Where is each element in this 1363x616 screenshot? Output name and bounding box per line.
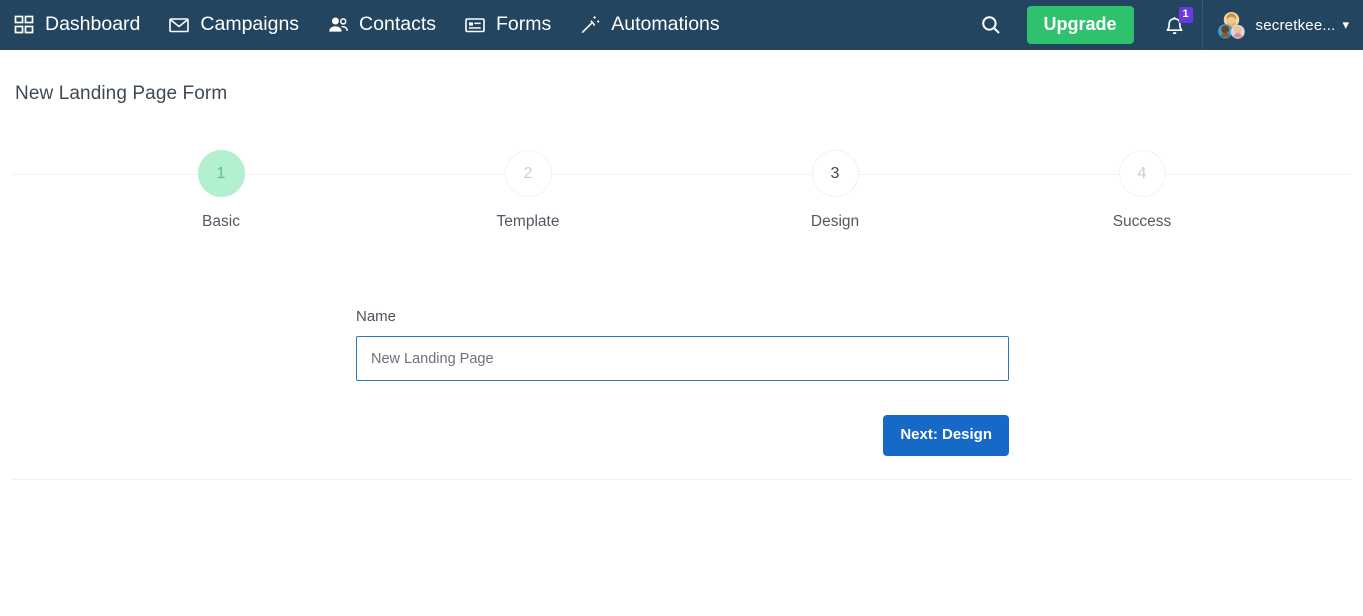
form-card-icon (463, 14, 487, 36)
stepper-steps: 1 Basic 2 Template 3 Design 4 Success (12, 150, 1351, 231)
nav-label-campaigns: Campaigns (200, 13, 300, 36)
magic-wand-icon (578, 14, 602, 36)
next-design-button[interactable]: Next: Design (883, 415, 1009, 456)
page-body: New Landing Page Form 1 Basic 2 Template… (0, 83, 1363, 480)
step-label-design: Design (810, 213, 860, 230)
step-label-template: Template (496, 213, 560, 230)
nav-label-automations: Automations (611, 13, 720, 36)
nav-item-forms[interactable]: Forms (463, 14, 565, 36)
group-avatar-icon (1217, 11, 1246, 40)
user-name-label: secretkee... (1255, 16, 1336, 34)
name-input[interactable] (356, 336, 1009, 381)
page-title: New Landing Page Form (15, 83, 228, 104)
step-design[interactable]: 3 Design (775, 150, 895, 231)
people-icon (326, 14, 350, 36)
name-field-label: Name (356, 308, 397, 325)
nav-item-contacts[interactable]: Contacts (326, 14, 450, 36)
step-label-basic: Basic (202, 213, 240, 230)
chevron-down-icon: ▾ (1342, 17, 1349, 32)
form-actions: Next: Design (356, 415, 1009, 456)
notification-badge: 1 (1178, 7, 1193, 23)
step-basic[interactable]: 1 Basic (161, 150, 281, 231)
notifications-button[interactable]: 1 (1152, 5, 1198, 45)
step-number-success: 4 (1118, 150, 1166, 197)
user-menu[interactable]: secretkee... ▾ (1203, 11, 1349, 40)
nav-label-contacts: Contacts (359, 13, 436, 36)
step-number-template: 2 (504, 150, 552, 197)
nav-label-forms: Forms (496, 13, 552, 36)
form-bottom-divider (12, 478, 1351, 480)
nav-label-dashboard: Dashboard (45, 13, 141, 36)
wizard-stepper: 1 Basic 2 Template 3 Design 4 Success (12, 150, 1351, 240)
step-label-success: Success (1112, 213, 1172, 230)
form-area: Name Next: Design (12, 308, 1351, 480)
nav-item-campaigns[interactable]: Campaigns (167, 14, 313, 36)
step-number-basic: 1 (197, 150, 245, 197)
nav-item-dashboard[interactable]: Dashboard (12, 14, 154, 36)
primary-nav: Dashboard Campaigns Contacts Forms Autom… (12, 14, 747, 36)
top-navbar: Dashboard Campaigns Contacts Forms Autom… (0, 0, 1363, 50)
upgrade-button[interactable]: Upgrade (1026, 6, 1134, 44)
step-success[interactable]: 4 Success (1082, 150, 1202, 231)
navbar-right: Upgrade 1 secretkee... ▾ (971, 0, 1349, 50)
nav-item-automations[interactable]: Automations (578, 14, 733, 36)
grid-icon (12, 14, 36, 36)
envelope-icon (167, 14, 191, 36)
step-number-design: 3 (811, 150, 859, 197)
search-icon[interactable] (971, 5, 1011, 45)
step-template[interactable]: 2 Template (468, 150, 588, 231)
